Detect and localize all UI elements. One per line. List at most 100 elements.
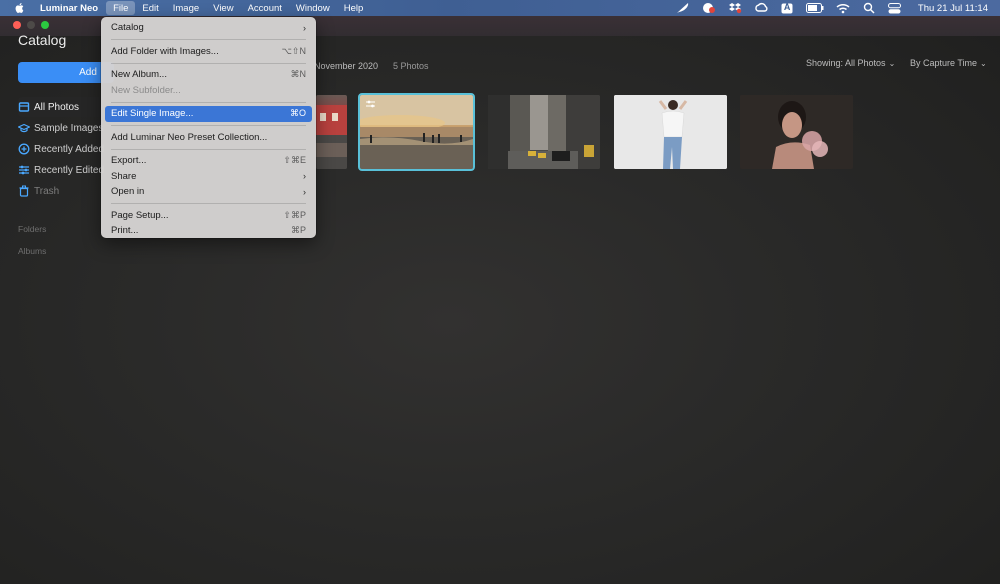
trash-icon [19,185,29,197]
chevron-right-icon: › [303,22,306,33]
sidebar-section-albums[interactable]: Albums [18,246,46,256]
menu-item-catalog[interactable]: Catalog › [105,20,312,36]
chevron-down-icon: ⌄ [888,59,896,68]
menu-image[interactable]: Image [166,0,206,16]
catalog-nav: All Photos Sample Images Recently Added … [18,97,114,202]
menu-item-print[interactable]: Print... ⌘P [105,223,312,239]
chevron-right-icon: › [303,186,306,197]
menu-item-label: Export... [111,155,147,167]
menu-item-shortcut: ⇧⌘P [283,209,306,220]
portrait-white-shirt-photo-preview [614,95,727,169]
menu-app-name[interactable]: Luminar Neo [38,0,106,16]
apple-icon[interactable] [14,2,26,14]
feather-icon[interactable] [676,2,690,14]
menu-item-label: Share [111,170,137,182]
menu-window[interactable]: Window [289,0,337,16]
menu-item-label: Add Folder with Images... [111,45,219,57]
sort-dropdown[interactable]: By Capture Time ⌄ [910,58,987,68]
battery-icon[interactable] [805,2,824,14]
menu-item-label: Edit Single Image... [111,108,194,120]
menu-view[interactable]: View [206,0,240,16]
menu-item-label: Add Luminar Neo Preset Collection... [111,131,268,143]
photo-thumbnail-selected[interactable] [358,93,475,171]
search-icon[interactable] [862,2,876,14]
sidebar-item-label: Trash [34,185,60,197]
wifi-icon[interactable] [836,2,850,14]
menu-clock[interactable]: Thu 21 Jul 11:14 [918,3,988,14]
control-center-icon[interactable] [888,2,902,14]
menu-item-label: Catalog [111,22,144,34]
menu-item-shortcut: ⌘O [289,108,306,119]
menu-separator [111,203,306,204]
menu-item-new-subfolder: New Subfolder... [105,83,312,99]
sidebar-item-label: Sample Images [34,122,104,134]
catalog-title: Catalog [18,32,67,48]
photo-count-label: 5 Photos [393,61,429,71]
menu-item-label: Print... [111,225,139,237]
sidebar-item-all-photos[interactable]: All Photos [18,97,114,117]
status-area: A Thu 21 Jul 11:14 [670,0,1000,16]
menu-separator [111,62,306,64]
menu-item-edit-single-image[interactable]: Edit Single Image... ⌘O [105,106,312,122]
zoom-window-button[interactable] [41,21,49,29]
menu-item-open-in[interactable]: Open in › [105,184,312,200]
sidebar-item-trash[interactable]: Trash [18,181,114,201]
menu-item-page-setup[interactable]: Page Setup... ⇧⌘P [105,208,312,224]
creative-cloud-icon[interactable] [754,2,768,14]
sidebar-item-recently-added[interactable]: Recently Added [18,139,114,159]
sliders-icon [19,165,29,175]
sort-label: By Capture Time [910,58,978,68]
dropbox-icon[interactable] [728,2,742,14]
chevron-down-icon: ⌄ [980,59,987,68]
photo-thumbnail[interactable] [488,95,600,169]
menu-help[interactable]: Help [337,0,371,16]
menu-bar: Luminar Neo File Edit Image View Account… [0,0,1000,16]
group-date-label: November 2020 [314,61,379,71]
menu-separator [111,148,306,150]
sidebar-item-label: All Photos [34,101,80,113]
menu-item-export[interactable]: Export... ⇧⌘E [105,153,312,169]
menu-account[interactable]: Account [241,0,289,16]
menu-separator [111,101,306,103]
menu-item-new-album[interactable]: New Album... ⌘N [105,67,312,83]
sidebar-section-folders[interactable]: Folders [18,224,46,234]
menu-separator [111,39,306,40]
menu-edit[interactable]: Edit [135,0,165,16]
building-photo-preview [316,105,347,169]
menu-item-label: Open in [111,186,145,198]
sidebar-item-recently-edited[interactable]: Recently Edited [18,160,114,180]
menu-item-shortcut: ⌘N [290,69,307,80]
photos-icon [18,102,30,112]
file-menu-dropdown: Catalog › Add Folder with Images... ⌥⇧N … [101,17,316,238]
graduation-cap-icon [18,123,30,133]
menu-item-add-folder[interactable]: Add Folder with Images... ⌥⇧N [105,44,312,60]
beach-photo-preview [360,95,473,169]
portrait-pink-dress-photo-preview [740,95,853,169]
add-photos-button-label: Add [79,67,97,78]
menu-item-shortcut: ⌥⇧N [281,45,306,56]
close-window-button[interactable] [13,21,21,29]
chevron-right-icon: › [303,171,306,182]
menu-file[interactable]: File [106,1,136,15]
photo-thumbnail[interactable] [740,95,853,169]
menu-item-label: Page Setup... [111,209,169,221]
sidebar-item-sample-images[interactable]: Sample Images [18,118,114,138]
notification-badge-icon[interactable] [702,2,716,14]
photo-thumbnail[interactable] [614,95,727,169]
add-photos-button[interactable]: Add [18,62,114,83]
menu-item-label: New Album... [111,69,167,81]
menu-item-share[interactable]: Share › [105,169,312,185]
sidebar-item-label: Recently Edited [34,164,105,176]
showing-filter-label: Showing: All Photos [806,58,886,68]
showing-filter-dropdown[interactable]: Showing: All Photos ⌄ [806,58,895,68]
menu-item-shortcut: ⌘P [290,225,306,236]
menu-item-add-preset-collection[interactable]: Add Luminar Neo Preset Collection... [105,130,312,146]
menu-separator [111,125,306,126]
city-street-photo-preview [488,95,600,169]
sidebar-item-label: Recently Added [34,143,105,155]
photo-thumbnail[interactable] [316,95,347,169]
minimize-window-button[interactable] [27,21,35,29]
menu-item-label: New Subfolder... [111,84,181,96]
plus-circle-icon [18,143,30,155]
menu-item-shortcut: ⇧⌘E [283,155,306,166]
